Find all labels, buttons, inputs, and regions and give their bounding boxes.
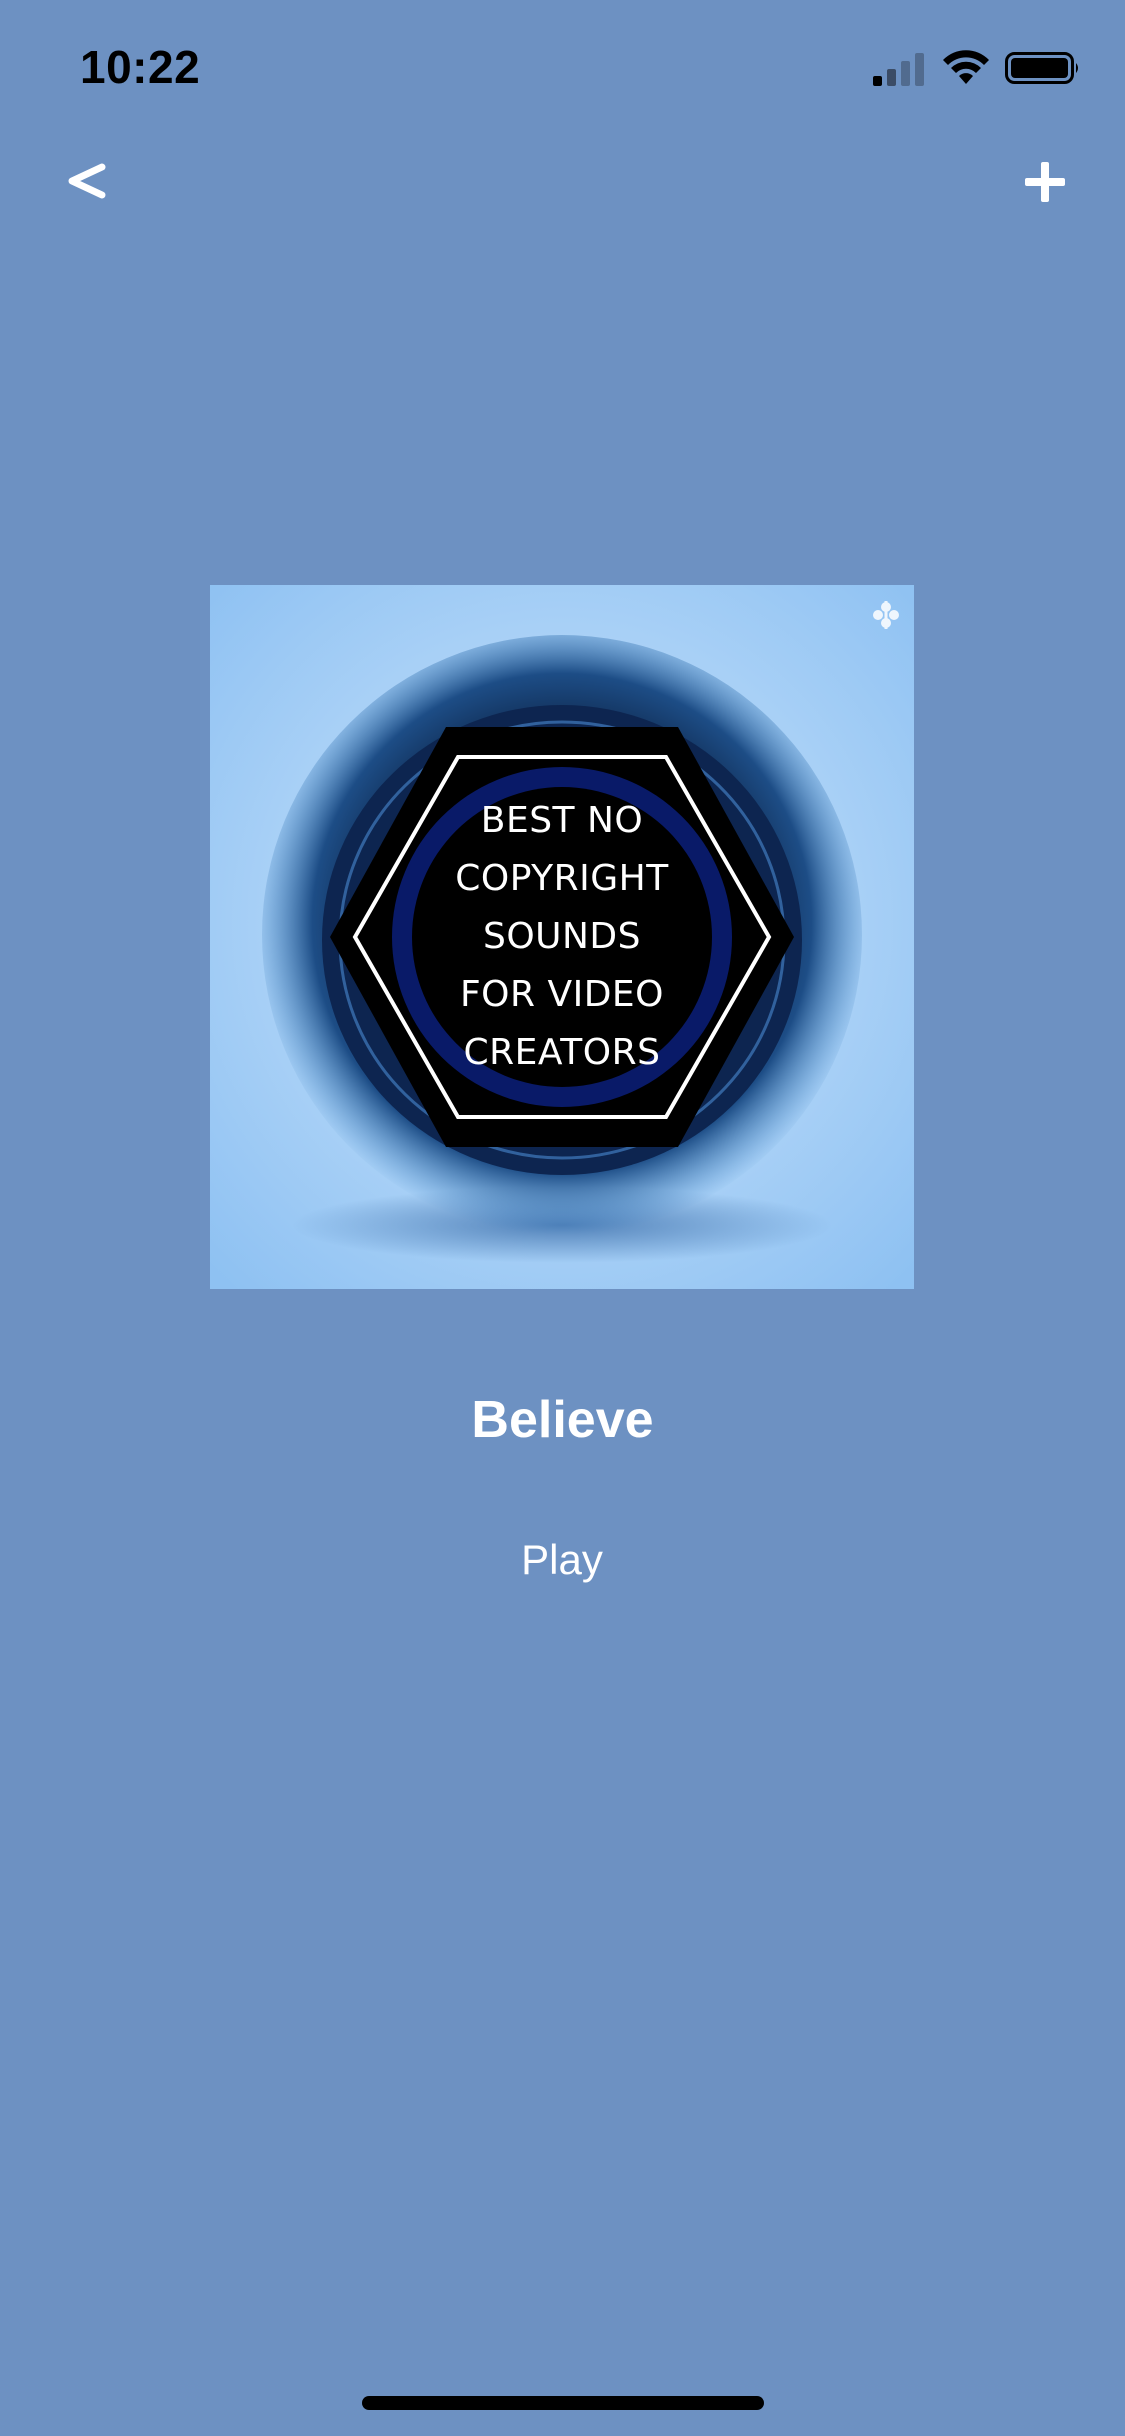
track-title: Believe	[471, 1391, 654, 1449]
artwork-line: COPYRIGHT	[455, 858, 669, 899]
artwork-line: CREATORS	[463, 1032, 661, 1073]
status-time: 10:22	[80, 41, 201, 93]
album-artwork: BEST NO COPYRIGHT SOUNDS FOR VIDEO CREAT…	[210, 585, 914, 1289]
battery-icon	[1005, 50, 1081, 91]
artwork-line: SOUNDS	[482, 916, 642, 957]
home-indicator[interactable]	[362, 2396, 764, 2410]
back-button[interactable]	[56, 148, 116, 218]
artwork-line: FOR VIDEO	[459, 974, 665, 1015]
add-button[interactable]	[1017, 156, 1073, 212]
artwork-line: BEST NO	[480, 800, 644, 841]
wifi-icon	[941, 49, 991, 91]
status-bar: 10:22	[0, 0, 1125, 132]
back-chevron-icon	[64, 159, 108, 208]
artwork-caption: BEST NO COPYRIGHT SOUNDS FOR VIDEO CREAT…	[210, 585, 914, 1289]
plus-icon	[1025, 161, 1065, 207]
status-icons	[873, 49, 1081, 91]
cellular-signal-icon	[873, 50, 927, 91]
play-button[interactable]: Play	[462, 1520, 662, 1600]
